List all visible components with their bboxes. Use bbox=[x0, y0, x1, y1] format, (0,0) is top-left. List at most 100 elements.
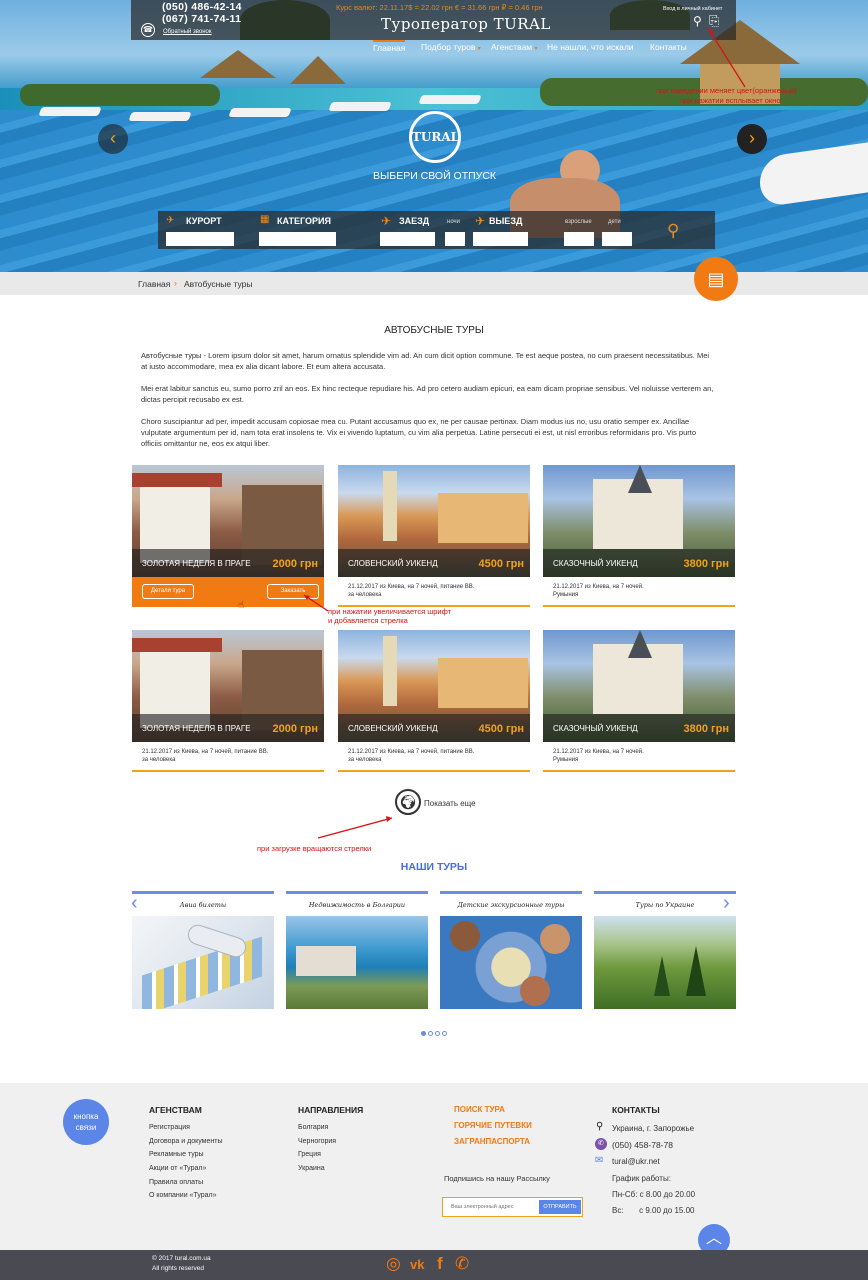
tour-category[interactable]: Авиа билеты bbox=[132, 891, 274, 1009]
footer-link[interactable]: Черногория bbox=[298, 1138, 336, 1145]
card-price: 4500 грн bbox=[478, 558, 524, 570]
lounger bbox=[328, 102, 392, 111]
nav-tour-search[interactable]: Подбор туров ▾ bbox=[421, 42, 481, 52]
card-title: ЗОЛОТАЯ НЕДЕЛЯ В ПРАГЕ bbox=[142, 724, 251, 733]
card-underline bbox=[132, 770, 324, 772]
cursor-icon: ☝ bbox=[238, 600, 245, 611]
footer-link[interactable]: Договора и документы bbox=[149, 1138, 222, 1145]
hero-prev-arrow[interactable]: ‹ bbox=[98, 124, 128, 154]
annotation-arrow bbox=[317, 816, 393, 839]
category-input[interactable] bbox=[259, 232, 336, 246]
viber-icon: ✆ bbox=[595, 1138, 607, 1150]
footer-link[interactable]: Украина bbox=[298, 1165, 325, 1172]
intro-paragraph-1: Автобусные туры - Lorem ipsum dolor sit … bbox=[141, 351, 710, 371]
card-image: ЗОЛОТАЯ НЕДЕЛЯ В ПРАГЕ 2000 грн bbox=[132, 465, 324, 577]
resort-input[interactable] bbox=[166, 232, 234, 246]
card-desc-line: 21.12.2017 из Киева, на 7 ночей. bbox=[553, 749, 644, 755]
tour-category[interactable]: Недвижимость в Болгарии bbox=[286, 891, 428, 1009]
tour-image bbox=[286, 916, 428, 1009]
mail-icon: ✉ bbox=[595, 1155, 604, 1166]
adults-input[interactable] bbox=[564, 232, 594, 246]
instagram-icon[interactable]: ◎ bbox=[386, 1254, 401, 1274]
plane-return-icon: ✈ bbox=[475, 214, 486, 228]
nav-agencies[interactable]: Агенствам ▾ bbox=[491, 42, 538, 52]
globe-icon[interactable]: 🌍︎ bbox=[395, 789, 421, 815]
footer-hot-deals-link[interactable]: ГОРЯЧИЕ ПУТЕВКИ bbox=[454, 1121, 532, 1130]
castle-spire bbox=[628, 465, 652, 493]
card-desc-line: 21.12.2017 из Киева, на 7 ночей, питание… bbox=[348, 584, 475, 590]
footer-phone[interactable]: (050) 458-78-78 bbox=[612, 1140, 673, 1150]
card-desc-line: Румыния bbox=[553, 592, 579, 598]
hut bbox=[200, 50, 276, 78]
plane-depart-icon: ✈ bbox=[381, 214, 392, 228]
phone-2[interactable]: (067) 741-74-11 bbox=[162, 13, 241, 25]
carousel-dot-active[interactable] bbox=[421, 1031, 426, 1036]
tour-card[interactable]: СЛОВЕНСКИЙ УИКЕНД 4500 грн 21.12.2017 из… bbox=[338, 465, 530, 607]
details-button[interactable]: Детали тура bbox=[142, 584, 194, 599]
annotation-arrow bbox=[303, 594, 329, 612]
footer-passports-link[interactable]: ЗАГРАНПАСПОРТА bbox=[454, 1137, 530, 1146]
facebook-icon[interactable]: f bbox=[437, 1254, 443, 1274]
callback-icon[interactable]: ☎ bbox=[141, 23, 155, 37]
vk-icon[interactable]: vk bbox=[410, 1257, 424, 1272]
footer-link[interactable]: Греция bbox=[298, 1151, 321, 1158]
hero-next-arrow[interactable]: › bbox=[737, 124, 767, 154]
tour-card[interactable]: ЗОЛОТАЯ НЕДЕЛЯ В ПРАГЕ 2000 грн 21.12.20… bbox=[132, 630, 324, 772]
search-submit-icon[interactable]: ⚲ bbox=[667, 221, 679, 241]
hours-sunday: Вс: с 9.00 до 15.00 bbox=[612, 1206, 695, 1215]
footer-email[interactable]: tural@ukr.net bbox=[612, 1157, 660, 1166]
footer-link[interactable]: Правила оплаты bbox=[149, 1179, 203, 1186]
passport-icon[interactable]: ▤ bbox=[694, 257, 738, 301]
children-input[interactable] bbox=[602, 232, 632, 246]
lounger bbox=[418, 95, 482, 104]
footer-tour-search-link[interactable]: ПОИСК ТУРА bbox=[454, 1105, 505, 1114]
nav-not-found[interactable]: Не нашли, что искали bbox=[547, 42, 634, 52]
annotation-card-1: при нажатии увеличивается шрифт bbox=[328, 607, 452, 616]
tour-category[interactable]: Детские экскурсионные туры bbox=[440, 891, 582, 1009]
nights-input[interactable] bbox=[445, 232, 465, 246]
nav-label: Агенствам bbox=[491, 42, 533, 52]
brand-title[interactable]: Туроператор TURAL bbox=[381, 15, 551, 33]
tour-card[interactable]: СКАЗОЧНЫЙ УИКЕНД 3800 грн 21.12.2017 из … bbox=[543, 630, 735, 772]
depart-input[interactable] bbox=[380, 232, 435, 246]
card-underline bbox=[543, 605, 735, 607]
carousel-dot[interactable] bbox=[442, 1031, 447, 1036]
show-more-button[interactable]: Показать еще bbox=[424, 799, 476, 808]
tour-card[interactable]: СЛОВЕНСКИЙ УИКЕНД 4500 грн 21.12.2017 из… bbox=[338, 630, 530, 772]
building bbox=[438, 493, 528, 543]
footer-link[interactable]: Рекламные туры bbox=[149, 1151, 204, 1158]
child bbox=[540, 924, 570, 954]
carousel-dot[interactable] bbox=[428, 1031, 433, 1036]
footer-link[interactable]: Акции от «Турал» bbox=[149, 1165, 206, 1172]
tour-label: Авиа билеты bbox=[179, 901, 227, 909]
footer-link[interactable]: О компании «Турал» bbox=[149, 1192, 217, 1199]
footer-link[interactable]: Болгария bbox=[298, 1124, 328, 1131]
tour-card[interactable]: ЗОЛОТАЯ НЕДЕЛЯ В ПРАГЕ 2000 грн Детали т… bbox=[132, 465, 324, 607]
tour-category[interactable]: Туры по Украине bbox=[594, 891, 736, 1009]
phone-1[interactable]: (050) 486-42-14 bbox=[162, 1, 242, 13]
return-input[interactable] bbox=[473, 232, 528, 246]
nav-contacts[interactable]: Контакты bbox=[650, 42, 687, 52]
contact-button[interactable]: кнопка связи bbox=[63, 1099, 109, 1145]
tower bbox=[383, 636, 397, 706]
login-link[interactable]: Вход в личный кабинет bbox=[663, 6, 722, 12]
tour-card[interactable]: СКАЗОЧНЫЙ УИКЕНД 3800 грн 21.12.2017 из … bbox=[543, 465, 735, 607]
footer bbox=[0, 1083, 868, 1250]
callback-link[interactable]: Обратный звонок bbox=[163, 29, 212, 35]
tour-label: Детские экскурсионные туры bbox=[457, 901, 565, 909]
subscribe-send-button[interactable]: ОТПРАВИТЬ bbox=[539, 1200, 581, 1214]
tour-image bbox=[132, 916, 274, 1009]
tural-logo: TURAL bbox=[409, 111, 461, 163]
breadcrumb-current: Автобусные туры bbox=[184, 279, 253, 289]
card-price: 2000 грн bbox=[272, 558, 318, 570]
phone-icon[interactable]: ✆ bbox=[455, 1254, 469, 1274]
annotation-spin: при загрузке вращаются стрелки bbox=[257, 844, 372, 853]
footer-address: Украина, г. Запорожье bbox=[612, 1124, 695, 1133]
tour-label: Недвижимость в Болгарии bbox=[308, 901, 406, 909]
card-desc-line: за человека bbox=[348, 757, 382, 763]
rights: All rights reserved bbox=[152, 1265, 205, 1272]
carousel-dot[interactable] bbox=[435, 1031, 440, 1036]
nav-home[interactable]: Главная bbox=[373, 40, 406, 53]
breadcrumb-home[interactable]: Главная bbox=[138, 279, 170, 289]
footer-link[interactable]: Регистрация bbox=[149, 1124, 190, 1131]
